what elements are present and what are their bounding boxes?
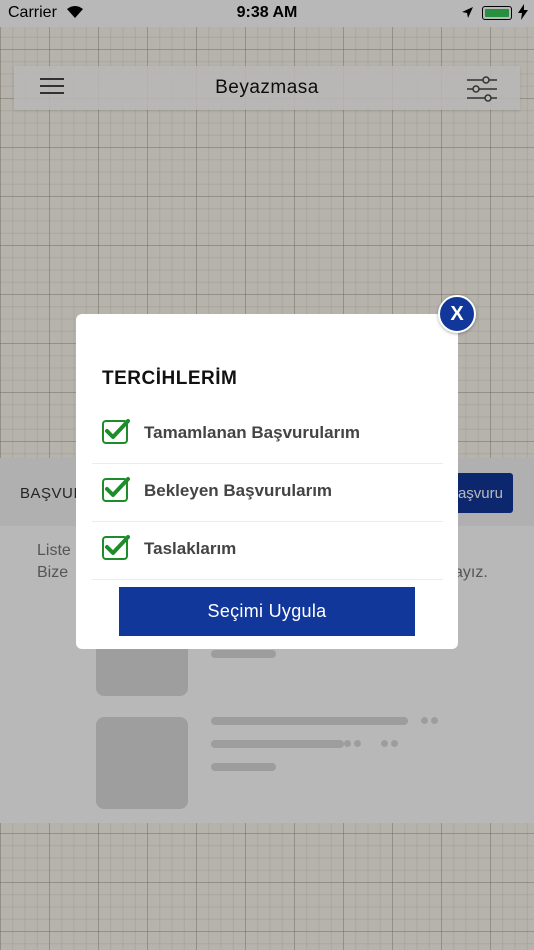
option-pending-applications[interactable]: Bekleyen Başvurularım (92, 464, 443, 522)
checkbox-checked-icon[interactable] (102, 535, 130, 560)
close-modal-button[interactable]: X (438, 295, 476, 333)
option-completed-applications[interactable]: Tamamlanan Başvurularım (92, 406, 443, 464)
option-label: Bekleyen Başvurularım (144, 481, 333, 500)
option-label: Taslaklarım (144, 539, 237, 558)
preferences-modal: TERCİHLERİM Tamamlanan Başvurularım Bekl… (76, 314, 458, 649)
checkbox-checked-icon[interactable] (102, 419, 130, 444)
checkbox-checked-icon[interactable] (102, 477, 130, 502)
option-label: Tamamlanan Başvurularım (144, 423, 361, 442)
option-drafts[interactable]: Taslaklarım (92, 522, 443, 580)
modal-title: TERCİHLERİM (102, 368, 238, 389)
apply-selection-button[interactable]: Seçimi Uygula (119, 587, 415, 636)
